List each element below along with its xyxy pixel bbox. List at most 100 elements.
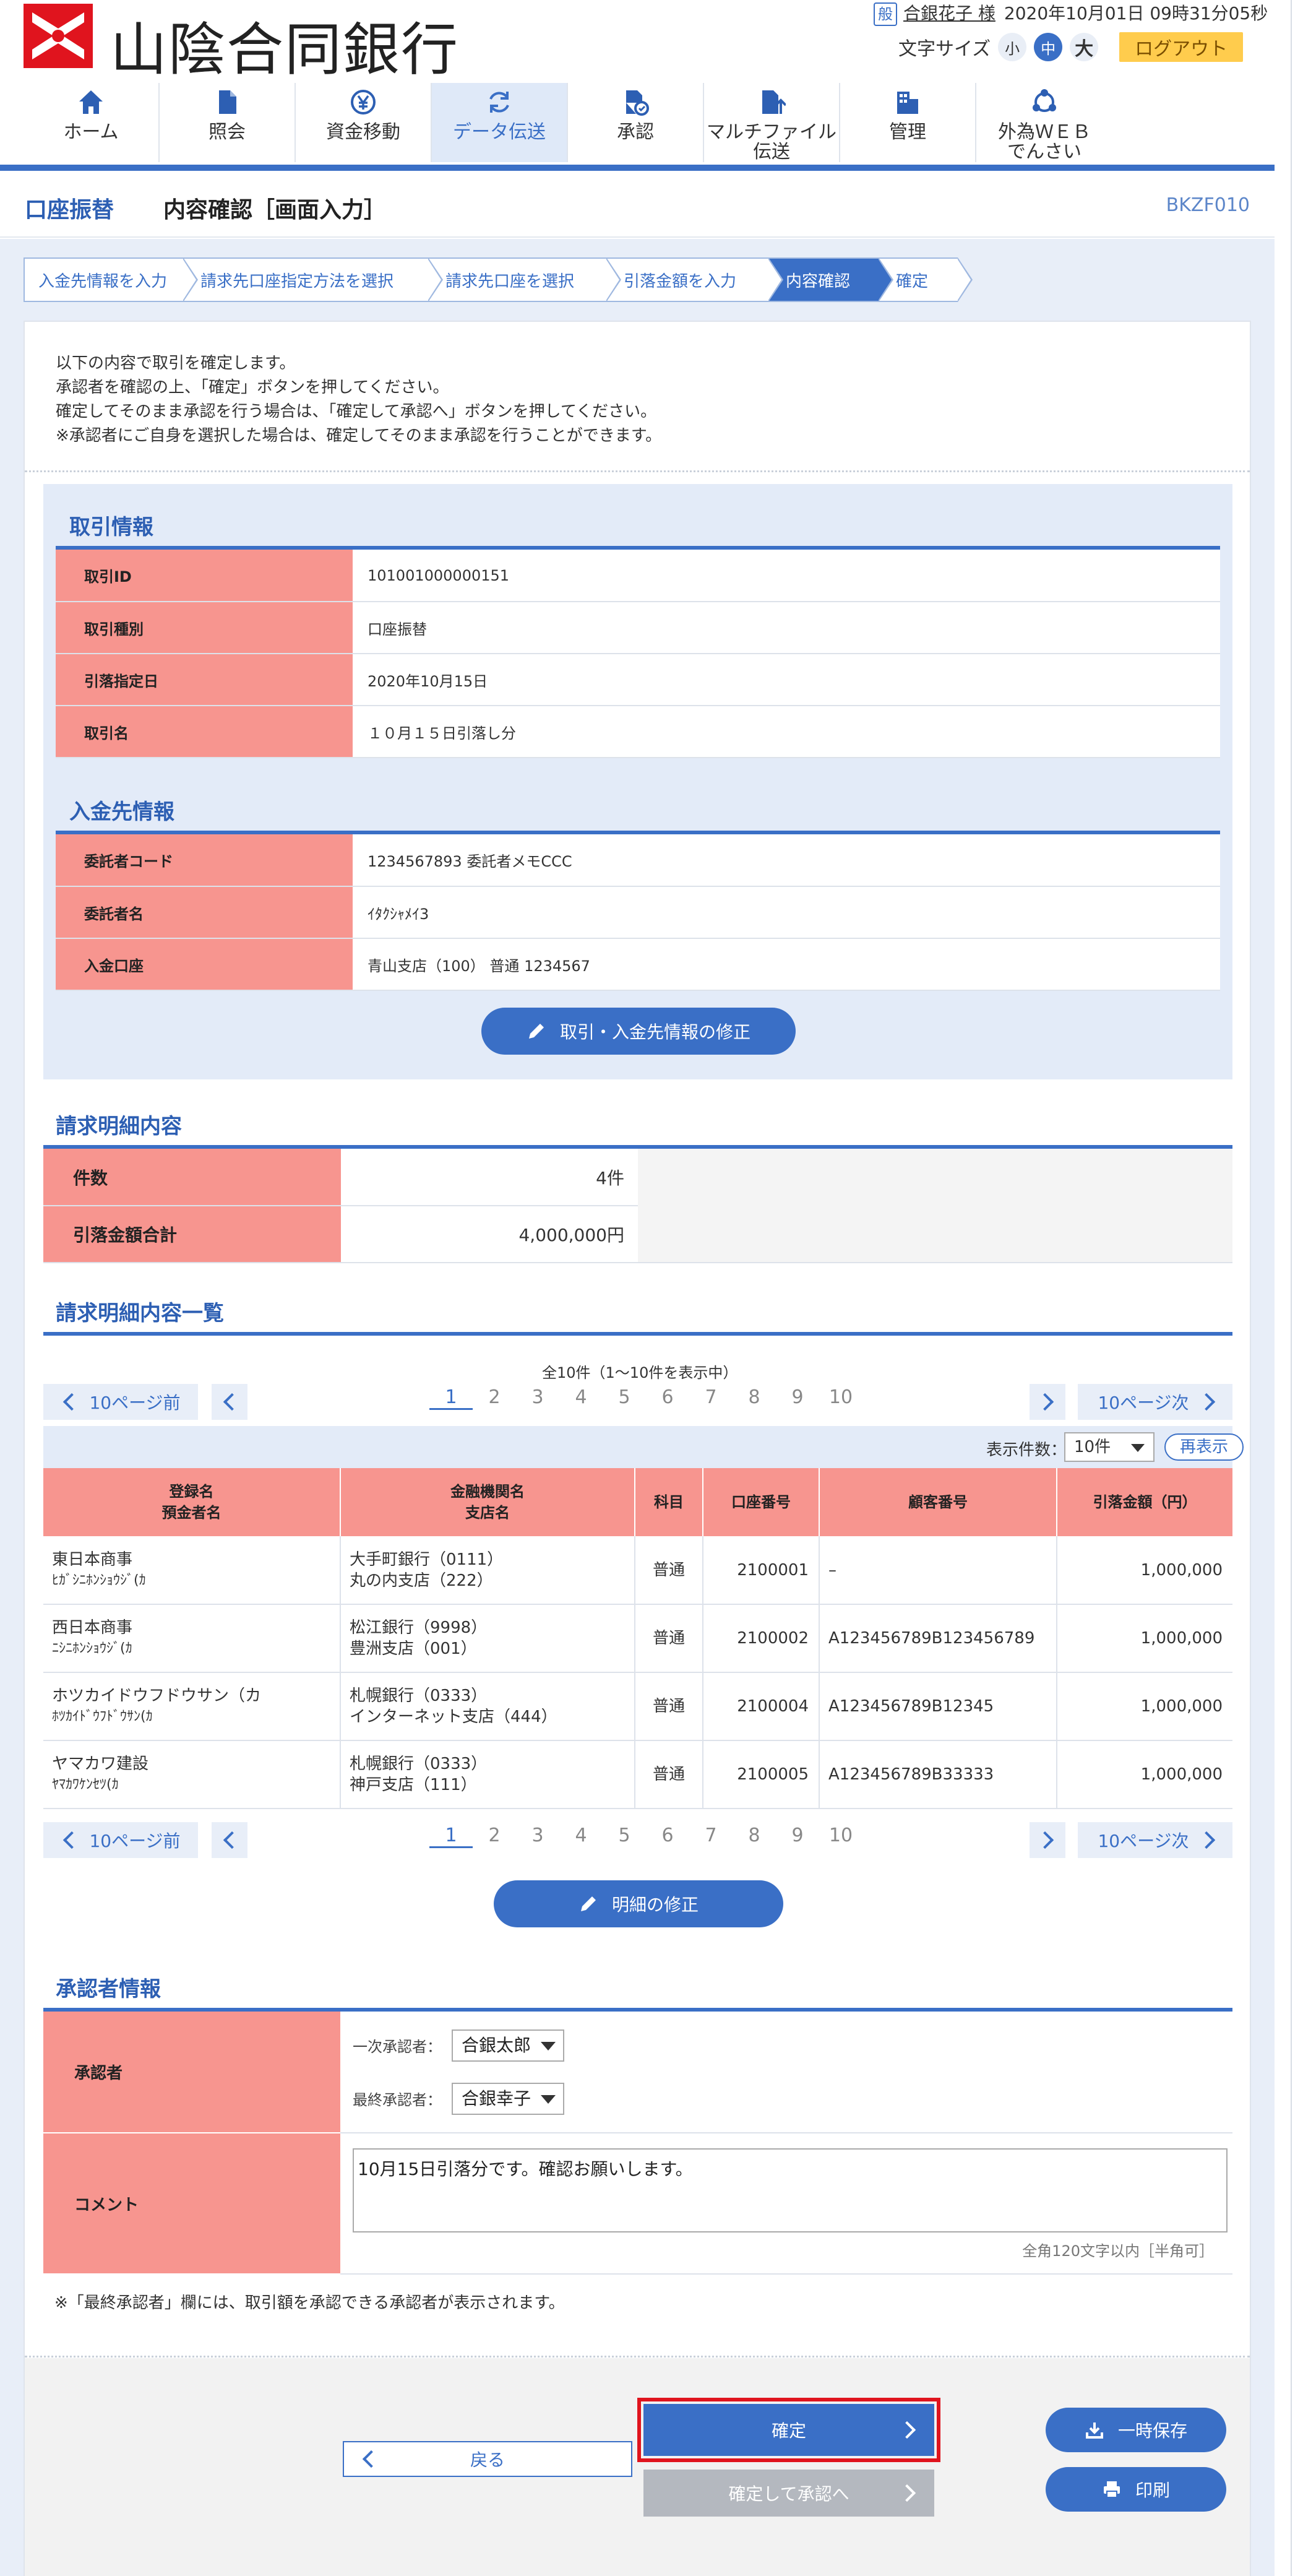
prev-page-button[interactable]	[212, 1822, 247, 1858]
edit-transaction-payee-button[interactable]: 取引・入金先情報の修正	[481, 1008, 796, 1055]
prev-10-pages-button[interactable]: 10ページ前	[43, 1384, 198, 1420]
final-approver-select[interactable]: 合銀幸子	[452, 2082, 564, 2115]
nav-home[interactable]: ホーム	[24, 83, 160, 162]
page-link[interactable]: 4	[559, 1825, 603, 1848]
page-link[interactable]: 5	[603, 1386, 646, 1410]
display-count-select[interactable]: 10件	[1064, 1432, 1155, 1462]
page-link[interactable]: 1	[429, 1825, 473, 1848]
font-size-label: 文字サイズ	[898, 38, 991, 60]
cell-amount: 1,000,000	[1057, 1672, 1232, 1741]
print-button[interactable]: 印刷	[1046, 2467, 1226, 2512]
page-numbers: 1 2 3 4 5 6 7 8 9 10	[429, 1386, 862, 1410]
nav-approval[interactable]: 承認	[568, 83, 704, 162]
page-link[interactable]: 1	[429, 1386, 473, 1410]
divider	[25, 470, 1250, 472]
confirm-and-approve-label: 確定して承認へ	[728, 2484, 849, 2504]
table-row: 委託者名 ｲﾀｸｼｬﾒｲ3	[56, 886, 1220, 939]
page-link[interactable]: 7	[689, 1386, 733, 1410]
prev-page-button[interactable]	[212, 1384, 247, 1420]
first-approver-row: 一次承認者： 合銀太郎	[353, 2019, 1232, 2072]
page-link[interactable]: 8	[733, 1825, 776, 1848]
confirm-button[interactable]: 確定	[643, 2404, 934, 2456]
confirm-and-approve-button[interactable]: 確定して承認へ	[643, 2470, 934, 2517]
header-text: 支店名	[465, 1504, 510, 1521]
nav-data-transfer[interactable]: データ伝送	[432, 83, 568, 162]
payer-kana: ﾎﾂｶｲﾄﾞｳﾌﾄﾞｳｻﾝ(ｶ	[52, 1709, 153, 1724]
header-text: 登録名	[169, 1483, 214, 1500]
redisplay-button[interactable]: 再表示	[1164, 1433, 1244, 1461]
page-link[interactable]: 6	[646, 1825, 689, 1848]
font-size-small-button[interactable]: 小	[998, 33, 1027, 61]
payer-name: ヤマカワ建設	[52, 1755, 149, 1773]
font-size-medium-button[interactable]: 中	[1034, 33, 1063, 61]
nav-inquiry[interactable]: 照会	[160, 83, 296, 162]
page-link[interactable]: 2	[473, 1825, 516, 1848]
document-icon	[219, 90, 236, 114]
progress-steps: 入金先情報を入力 請求先口座指定方法を選択 請求先口座を選択 引落金額を入力 内…	[24, 257, 973, 302]
nav-fund-transfer[interactable]: 資金移動	[296, 83, 432, 162]
network-icon	[1033, 89, 1056, 112]
first-approver-select[interactable]: 合銀太郎	[452, 2029, 564, 2062]
page-link[interactable]: 2	[473, 1386, 516, 1410]
value-debit-date: 2020年10月15日	[353, 654, 1220, 706]
edit-transaction-payee-label: 取引・入金先情報の修正	[559, 1022, 750, 1042]
user-name-link[interactable]: 合銀花子 様	[903, 3, 996, 24]
page-link[interactable]: 3	[516, 1825, 559, 1848]
nav-multi-file[interactable]: マルチファイル 伝送	[704, 83, 840, 162]
pagination-bottom: 10ページ前 1 2 3 4 5 6 7 8 9 10 10ページ次	[43, 1822, 1232, 1858]
approver-cell: 一次承認者： 合銀太郎 最終承認者： 合銀幸子	[340, 2012, 1232, 2133]
page-title-bar: 口座振替 内容確認［画面入力］ BKZF010	[0, 171, 1275, 238]
page-link[interactable]: 10	[819, 1825, 862, 1848]
page-link[interactable]: 5	[603, 1825, 646, 1848]
page-link[interactable]: 9	[776, 1825, 819, 1848]
cell-customer: A123456789B12345	[819, 1672, 1057, 1741]
approver-info-table: 承認者 一次承認者： 合銀太郎 最終承認者： 合銀幸子 コメント 10月15日引落分…	[43, 2012, 1232, 2275]
temp-save-button[interactable]: 一時保存	[1046, 2408, 1226, 2452]
nav-forex-densai[interactable]: 外為ＷＥＢ でんさい	[976, 83, 1112, 162]
table-row: コメント 10月15日引落分です。確認お願いします。 全角120文字以内［半角可…	[43, 2133, 1232, 2275]
nav-forex-densai-label: 外為ＷＥＢ でんさい	[998, 121, 1091, 163]
page-link[interactable]: 6	[646, 1386, 689, 1410]
value-transaction-id: 101001000000151	[353, 550, 1220, 602]
nav-management[interactable]: 管理	[840, 83, 976, 162]
intro-line: 以下の内容で取引を確定します。	[56, 354, 296, 373]
cell-customer: A123456789B33333	[819, 1740, 1057, 1809]
printer-icon	[1103, 2481, 1120, 2498]
bank-name: 松江銀行（9998）	[350, 1619, 488, 1637]
page-link[interactable]: 3	[516, 1386, 559, 1410]
payer-name: 西日本商事	[52, 1619, 133, 1637]
nav-underline	[0, 165, 1275, 171]
file-upload-icon	[762, 90, 786, 114]
value-count: 4件	[340, 1149, 638, 1206]
download-icon	[1085, 2423, 1103, 2439]
header-text: 金融機関名	[450, 1483, 525, 1500]
page-link[interactable]: 10	[819, 1386, 862, 1410]
nav-approval-label: 承認	[617, 121, 654, 143]
prev-10-label: 10ページ前	[89, 1393, 181, 1413]
next-page-button[interactable]	[1030, 1384, 1065, 1420]
edit-details-button[interactable]: 明細の修正	[494, 1880, 783, 1927]
comment-textarea[interactable]: 10月15日引落分です。確認お願いします。	[353, 2148, 1228, 2232]
back-button[interactable]: 戻る	[343, 2441, 632, 2477]
result-count: 全10件（1～10件を表示中）	[542, 1364, 738, 1381]
prev-10-pages-button[interactable]: 10ページ前	[43, 1822, 198, 1858]
next-10-pages-button[interactable]: 10ページ次	[1078, 1384, 1232, 1420]
chevron-left-icon	[223, 1393, 241, 1411]
page-link[interactable]: 4	[559, 1386, 603, 1410]
payer-kana: ﾆｼﾆﾎﾝｼｮｳｼﾞ(ｶ	[52, 1641, 132, 1656]
table-row: 件数 4件	[43, 1149, 1232, 1263]
page-link[interactable]: 7	[689, 1825, 733, 1848]
cell-amount: 1,000,000	[1057, 1536, 1232, 1605]
billing-summary-title: 請求明細内容	[56, 1114, 182, 1139]
approval-icon	[626, 90, 649, 116]
page-link[interactable]: 9	[776, 1386, 819, 1410]
next-page-button[interactable]	[1030, 1822, 1065, 1858]
screen-code: BKZF010	[1166, 194, 1250, 216]
col-header-subject: 科目	[635, 1468, 703, 1536]
label-total-amount: 引落金額合計	[43, 1206, 341, 1263]
font-size-large-button[interactable]: 大	[1070, 33, 1099, 61]
next-10-pages-button[interactable]: 10ページ次	[1078, 1822, 1232, 1858]
page-link[interactable]: 8	[733, 1386, 776, 1410]
table-row: 入金口座 青山支店（100） 普通 1234567	[56, 938, 1220, 991]
logout-button[interactable]: ログアウト	[1119, 32, 1244, 62]
